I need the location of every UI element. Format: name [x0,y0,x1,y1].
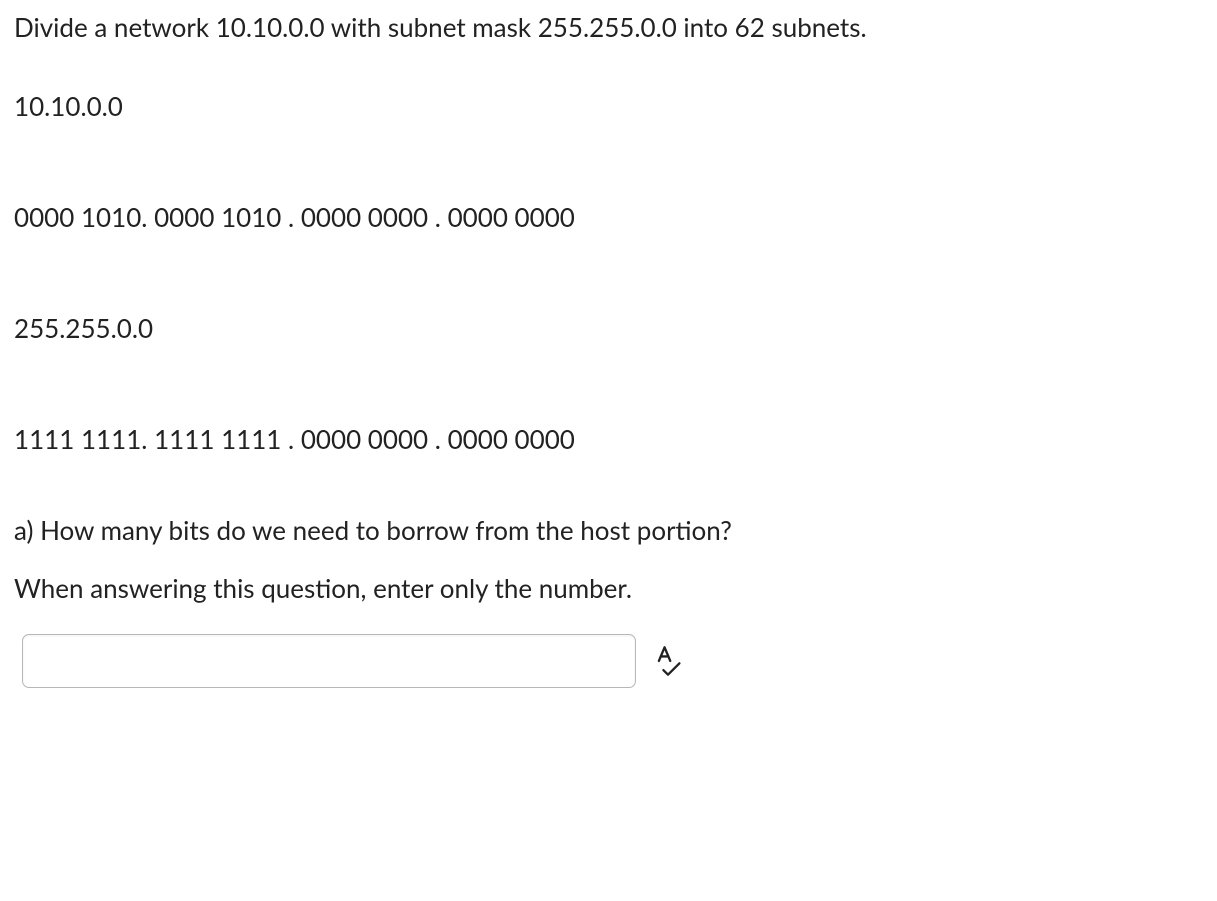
question-prompt: Divide a network 10.10.0.0 with subnet m… [14,10,1203,45]
answer-instruction: When answering this question, enter only… [14,571,1203,606]
answer-input[interactable] [22,634,636,688]
mask-decimal: 255.255.0.0 [14,311,1203,346]
answer-row [22,634,1203,688]
mask-binary: 1111 1111. 1111 1111 . 0000 0000 . 0000 … [14,422,1203,457]
ip-decimal: 10.10.0.0 [14,89,1203,124]
ip-binary: 0000 1010. 0000 1010 . 0000 0000 . 0000 … [14,200,1203,235]
question-page: Divide a network 10.10.0.0 with subnet m… [0,0,1217,698]
question-part-a: a) How many bits do we need to borrow fr… [14,513,1203,548]
spellcheck-icon [654,645,682,677]
